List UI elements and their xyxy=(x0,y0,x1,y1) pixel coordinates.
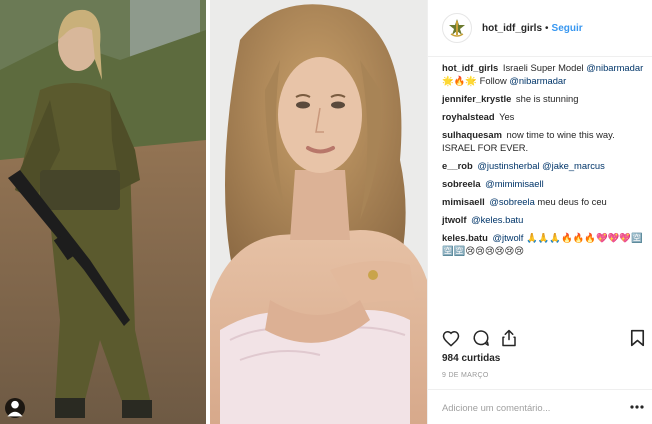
comment-item: jennifer_krystle she is stunning xyxy=(442,92,646,105)
post-header: hot_idf_girls • Seguir xyxy=(428,0,652,57)
comment-username[interactable]: royhalstead xyxy=(442,111,495,122)
user-tag-icon[interactable] xyxy=(5,398,25,418)
comment-item: mimisaell @sobreela meu deus fo ceu xyxy=(442,195,646,208)
comment-text: Israeli Super Model xyxy=(502,62,587,73)
comment-mention[interactable]: @keles.batu xyxy=(471,214,523,225)
post-media xyxy=(0,0,427,424)
comment-mention[interactable]: @sobreela xyxy=(489,196,534,207)
share-icon[interactable] xyxy=(498,327,520,349)
comment-text: 🌟🔥🌟 Follow xyxy=(442,75,510,86)
comment-username[interactable]: hot_idf_girls xyxy=(442,62,498,73)
header-separator: • xyxy=(545,22,549,34)
photo-model-portrait[interactable] xyxy=(210,0,427,424)
model-photo-art xyxy=(210,0,427,424)
comment-username[interactable]: sulhaquesam xyxy=(442,129,502,140)
heart-icon[interactable] xyxy=(440,327,462,349)
comment-input[interactable] xyxy=(442,398,617,416)
comment-item: jtwolf @keles.batu xyxy=(442,213,646,226)
comment-item: sobreela @mimimisaell xyxy=(442,177,646,190)
comment-mention[interactable]: @jake_marcus xyxy=(542,160,605,171)
comment-username[interactable]: e__rob xyxy=(442,160,473,171)
comment-bubble-icon[interactable] xyxy=(470,327,492,349)
comment-item: e__rob @justinsherbal @jake_marcus xyxy=(442,159,646,172)
photo-soldier[interactable] xyxy=(0,0,206,424)
action-bar xyxy=(436,327,648,349)
comment-mention[interactable]: @nibarmadar xyxy=(586,62,643,73)
bookmark-icon[interactable] xyxy=(626,327,648,349)
comment-text: she is stunning xyxy=(515,93,579,104)
comment-mention[interactable]: @jtwolf xyxy=(492,232,523,243)
comments-list: hot_idf_girls Israeli Super Model @nibar… xyxy=(442,61,646,262)
comment-item: hot_idf_girls Israeli Super Model @nibar… xyxy=(442,61,646,87)
comment-text: Yes xyxy=(499,111,515,122)
post-side-panel: hot_idf_girls • Seguir hot_idf_girls Israe… xyxy=(427,0,652,424)
follow-button[interactable]: Seguir xyxy=(552,23,583,34)
comment-username[interactable]: mimisaell xyxy=(442,196,485,207)
idf-emblem-icon[interactable] xyxy=(442,13,472,43)
comment-username[interactable]: keles.batu xyxy=(442,232,488,243)
comment-item: sulhaquesam now time to wine this way. I… xyxy=(442,128,646,154)
comment-mention[interactable]: @mimimisaell xyxy=(485,178,543,189)
soldier-photo-art xyxy=(0,0,206,424)
comment-username[interactable]: sobreela xyxy=(442,178,481,189)
comment-item: keles.batu @jtwolf 🙏🙏🙏🔥🔥🔥💖💖💖🈳🈳🈳😢😢😢😢😢😢 xyxy=(442,231,646,257)
header-text: hot_idf_girls • Seguir xyxy=(482,23,583,34)
comment-mention[interactable]: @justinsherbal xyxy=(477,160,539,171)
comment-username[interactable]: jennifer_krystle xyxy=(442,93,511,104)
more-options-icon[interactable] xyxy=(629,400,645,414)
comment-username[interactable]: jtwolf xyxy=(442,214,466,225)
add-comment-row xyxy=(428,389,652,424)
comment-text: meu deus fo ceu xyxy=(534,196,607,207)
post-username[interactable]: hot_idf_girls xyxy=(482,23,542,34)
post-date[interactable]: 9 DE MARÇO xyxy=(442,372,489,379)
comment-mention[interactable]: @nibarmadar xyxy=(509,75,566,86)
likes-count[interactable]: 984 curtidas xyxy=(442,353,500,364)
comment-item: royhalstead Yes xyxy=(442,110,646,123)
